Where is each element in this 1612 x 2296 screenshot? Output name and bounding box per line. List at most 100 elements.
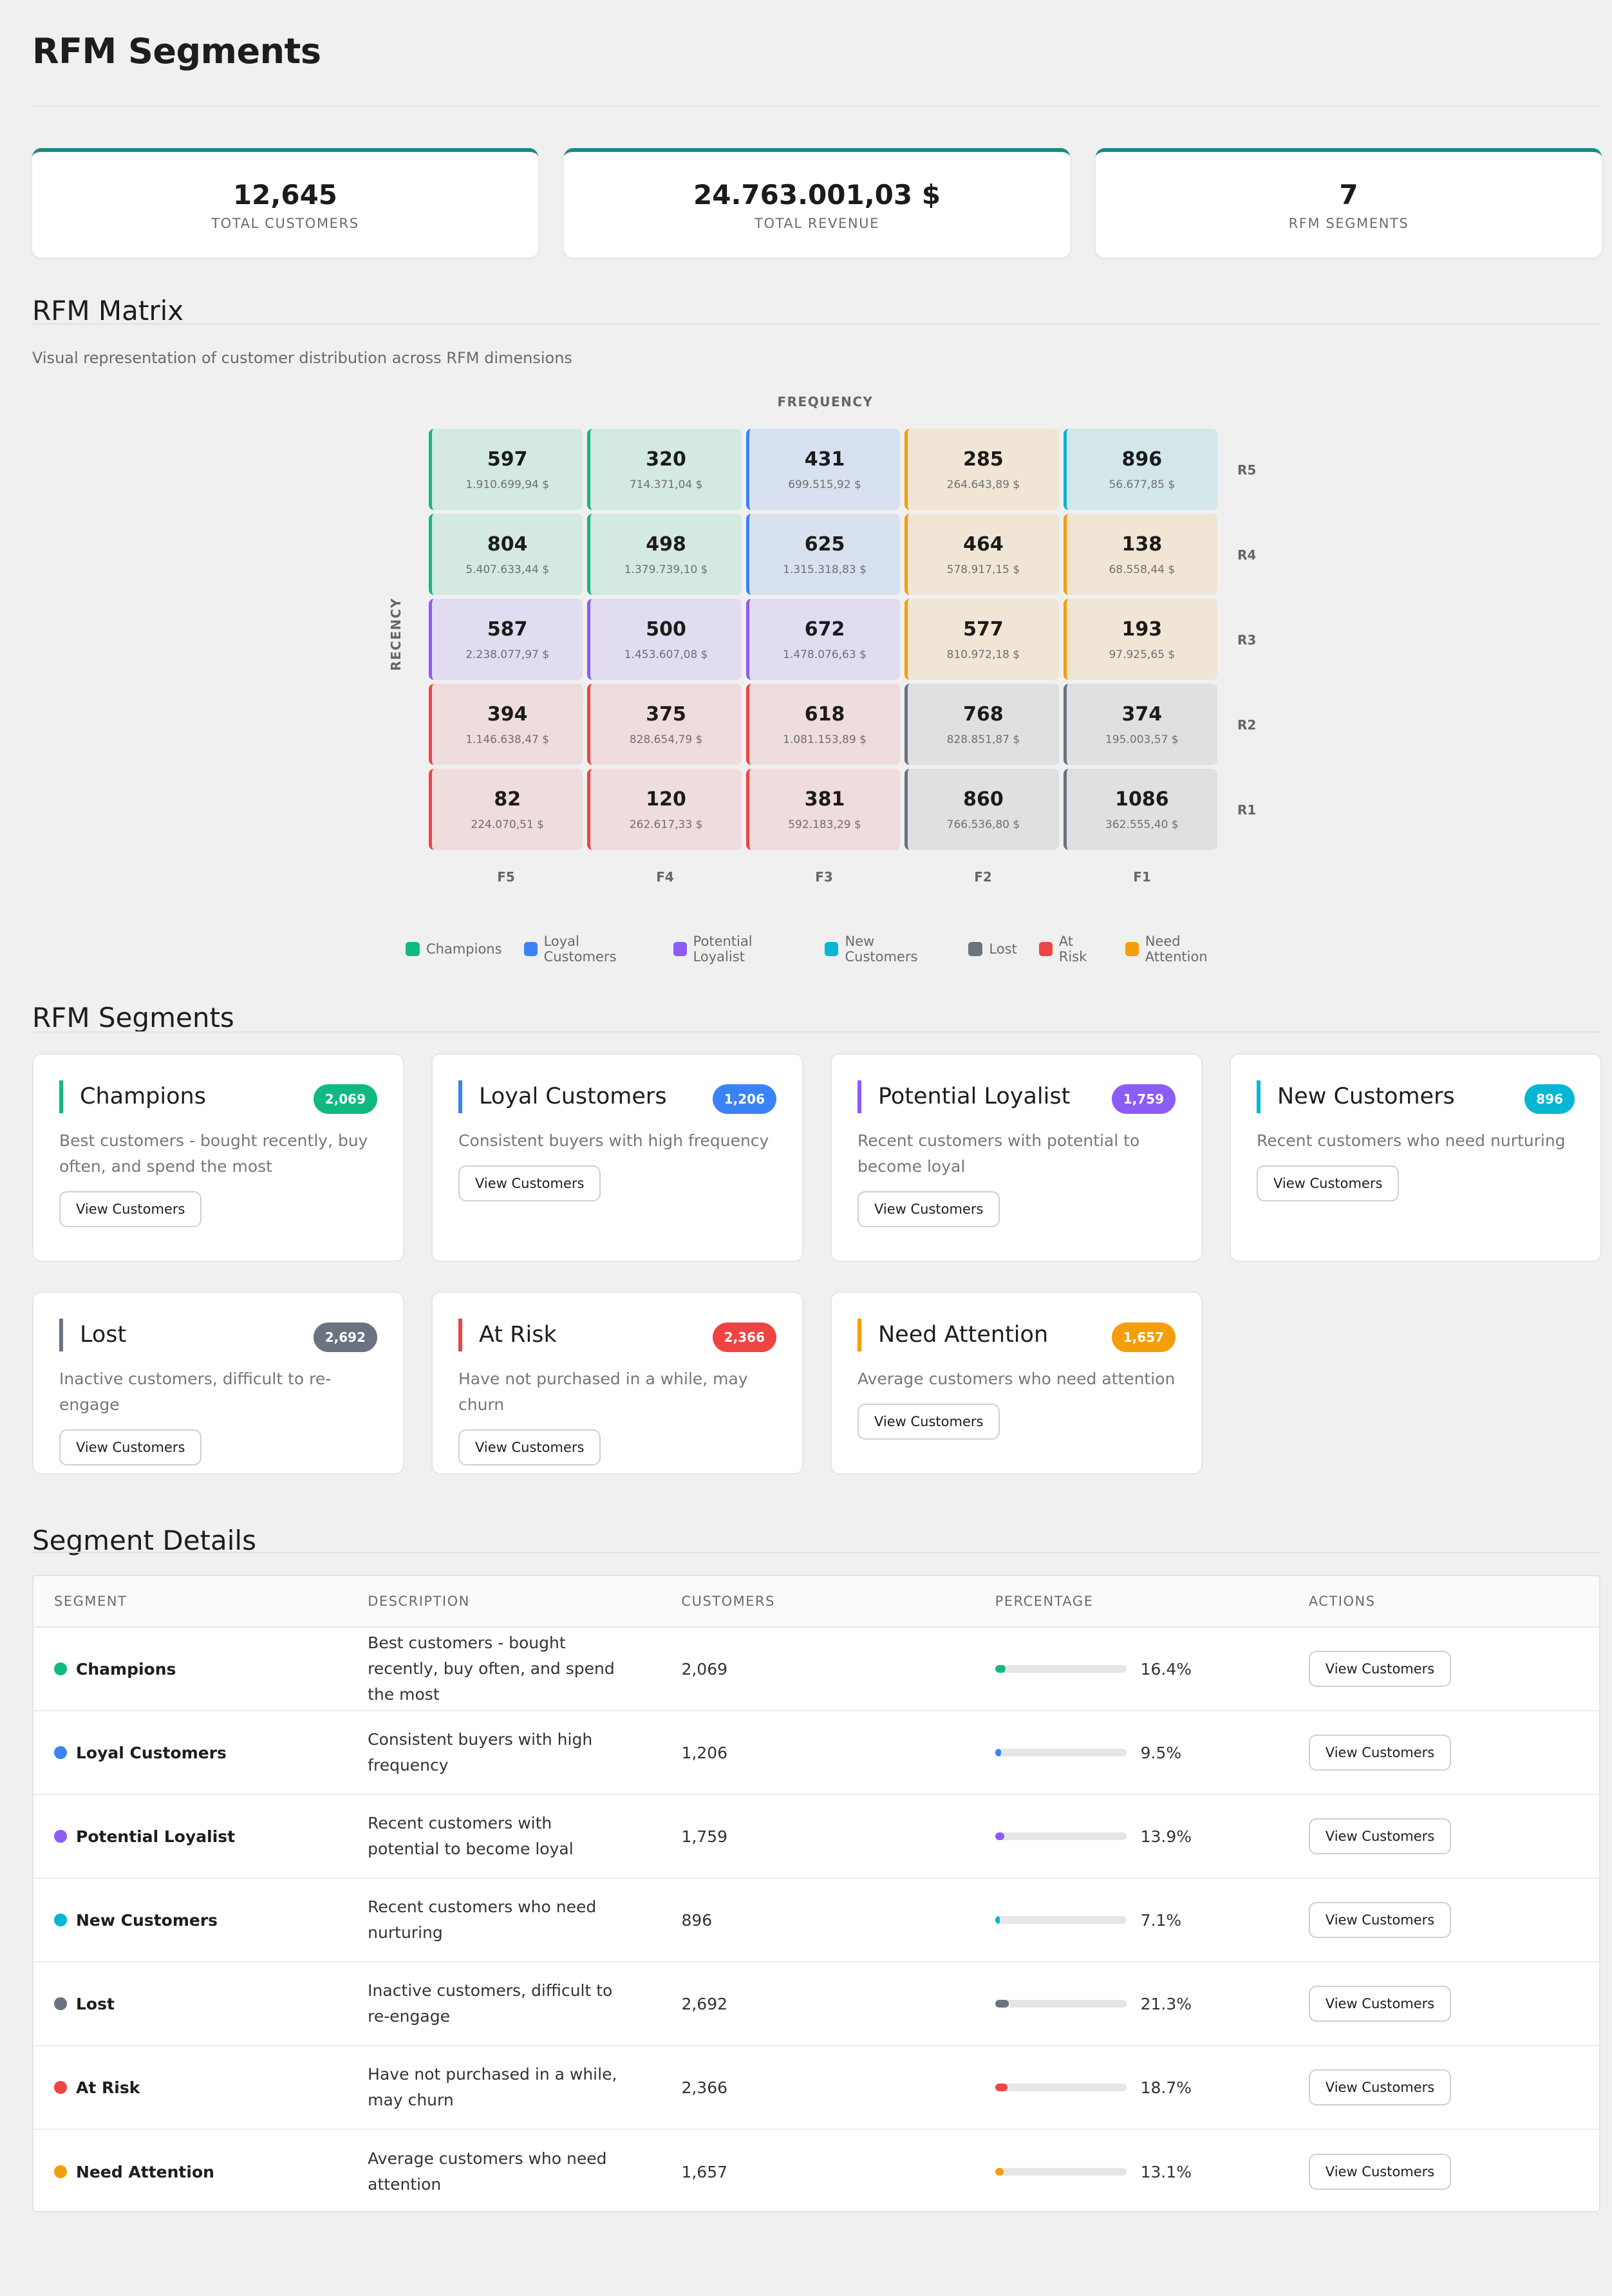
col-label-f2: F2: [974, 869, 992, 885]
matrix-cell[interactable]: 431 699.515,92 $: [745, 429, 901, 510]
segment-name: At Risk: [54, 2078, 347, 2097]
view-customers-button[interactable]: View Customers: [858, 1404, 1000, 1440]
cell-count: 394: [487, 702, 528, 726]
page-title: RFM Segments: [32, 31, 321, 71]
percentage-indicator: 13.1%: [995, 2163, 1288, 2181]
cell-revenue: 362.555,40 $: [1105, 818, 1179, 831]
matrix-cell[interactable]: 896 56.677,85 $: [1063, 429, 1218, 510]
view-customers-button[interactable]: View Customers: [59, 1191, 202, 1227]
cell-revenue: 766.536,80 $: [946, 818, 1020, 831]
cell-description: Consistent buyers with high frequency: [368, 1730, 593, 1774]
cell-revenue: 56.677,85 $: [1109, 478, 1176, 491]
view-customers-button[interactable]: View Customers: [1308, 1818, 1452, 1854]
stat-value: 24.763.001,03 $: [693, 178, 941, 211]
view-customers-button[interactable]: View Customers: [858, 1191, 1000, 1227]
view-customers-button[interactable]: View Customers: [458, 1165, 601, 1201]
view-customers-button[interactable]: View Customers: [458, 1429, 601, 1465]
cell-customers: 1,759: [681, 1827, 728, 1846]
legend-label: Potential Loyalist: [693, 934, 753, 965]
matrix-cell[interactable]: 768 828.851,87 $: [904, 684, 1059, 765]
matrix-cell[interactable]: 860 766.536,80 $: [904, 769, 1059, 850]
matrix-row: 804 5.407.633,44 $ 498 1.379.739,10 $ 625 1.3…: [429, 514, 1222, 595]
matrix-cell[interactable]: 625 1.315.318,83 $: [745, 514, 901, 595]
view-customers-button[interactable]: View Customers: [1308, 2154, 1452, 2190]
cell-customers: 896: [681, 1910, 713, 1930]
percentage-value: 16.4%: [1140, 1659, 1192, 1679]
matrix-cell[interactable]: 618 1.081.153,89 $: [745, 684, 901, 765]
segment-name-text: Loyal Customers: [76, 1743, 227, 1762]
segment-color-dot: [54, 1914, 67, 1926]
cell-actions: View Customers: [1288, 1735, 1599, 1771]
percentage-bar-fill: [995, 1749, 1002, 1756]
stat-card-rfm-segments: 7 RFM SEGMENTS: [1096, 148, 1602, 258]
view-customers-button[interactable]: View Customers: [1308, 1735, 1452, 1771]
matrix-cell[interactable]: 285 264.643,89 $: [904, 429, 1059, 510]
col-label-f3: F3: [815, 869, 833, 885]
matrix-cell[interactable]: 1086 362.555,40 $: [1063, 769, 1218, 850]
matrix-row: 82 224.070,51 $ 120 262.617,33 $ 381 592.183,…: [429, 769, 1222, 850]
header-description: DESCRIPTION: [368, 1594, 470, 1609]
stat-label: TOTAL REVENUE: [754, 215, 879, 231]
rfm-matrix: 597 1.910.699,94 $ 320 714.371,04 $ 431 699.5…: [429, 429, 1222, 854]
view-customers-button[interactable]: View Customers: [1308, 1651, 1452, 1687]
matrix-cell[interactable]: 804 5.407.633,44 $: [429, 514, 583, 595]
cell-customers: 2,366: [681, 2078, 728, 2097]
matrix-cell[interactable]: 464 578.917,15 $: [904, 514, 1059, 595]
view-customers-button[interactable]: View Customers: [1257, 1165, 1400, 1201]
matrix-cell[interactable]: 500 1.453.607,08 $: [587, 599, 742, 680]
cell-actions: View Customers: [1288, 1902, 1599, 1938]
segment-color-dot: [54, 1997, 67, 2010]
legend-swatch: [406, 942, 420, 956]
matrix-cell[interactable]: 82 224.070,51 $: [429, 769, 583, 850]
cell-count: 193: [1121, 617, 1163, 641]
cell-count: 500: [646, 617, 686, 641]
legend-item-new: New Customers: [825, 934, 946, 965]
cell-count: 672: [804, 617, 845, 641]
cell-segment: Loyal Customers: [33, 1744, 347, 1762]
cell-percentage: 18.7%: [975, 2078, 1288, 2097]
segment-card-header: Lost 2,692: [59, 1319, 377, 1352]
matrix-cell[interactable]: 375 828.654,79 $: [587, 684, 742, 765]
matrix-cell[interactable]: 138 68.558,44 $: [1063, 514, 1218, 595]
view-customers-button[interactable]: View Customers: [1308, 1986, 1452, 2022]
percentage-value: 18.7%: [1140, 2078, 1192, 2097]
cell-count: 804: [487, 532, 528, 556]
view-customers-button[interactable]: View Customers: [1308, 2069, 1452, 2105]
view-customers-button[interactable]: View Customers: [1308, 1902, 1452, 1938]
segment-name-text: New Customers: [76, 1910, 218, 1930]
matrix-cell[interactable]: 381 592.183,29 $: [745, 769, 901, 850]
cell-count: 1086: [1115, 787, 1169, 811]
segment-card-header: Potential Loyalist 1,759: [858, 1080, 1176, 1114]
segment-count-badge: 1,759: [1111, 1084, 1176, 1114]
col-label-f1: F1: [1133, 869, 1151, 885]
view-customers-button[interactable]: View Customers: [59, 1429, 202, 1465]
cell-count: 375: [646, 702, 686, 726]
segment-card-new: New Customers 896 Recent customers who nee…: [1230, 1053, 1602, 1262]
segment-color-dot: [54, 2081, 67, 2094]
percentage-indicator: 9.5%: [995, 1744, 1288, 1762]
matrix-cell[interactable]: 672 1.478.076,63 $: [745, 599, 901, 680]
matrix-cell[interactable]: 597 1.910.699,94 $: [429, 429, 583, 510]
cell-revenue: 264.643,89 $: [946, 478, 1020, 491]
matrix-cell[interactable]: 120 262.617,33 $: [587, 769, 742, 850]
stat-label: TOTAL CUSTOMERS: [211, 215, 359, 231]
percentage-indicator: 13.9%: [995, 1827, 1288, 1846]
legend-item-risk: At Risk: [1038, 934, 1103, 965]
cell-segment: Need Attention: [33, 2163, 347, 2181]
matrix-row: 597 1.910.699,94 $ 320 714.371,04 $ 431 699.5…: [429, 429, 1222, 510]
cell-revenue: 810.972,18 $: [946, 648, 1020, 661]
legend-swatch: [968, 942, 983, 956]
matrix-cell[interactable]: 394 1.146.638,47 $: [429, 684, 583, 765]
matrix-cell[interactable]: 498 1.379.739,10 $: [587, 514, 742, 595]
matrix-cell[interactable]: 587 2.238.077,97 $: [429, 599, 583, 680]
matrix-cell[interactable]: 320 714.371,04 $: [587, 429, 742, 510]
percentage-indicator: 21.3%: [995, 1995, 1288, 2013]
matrix-cell[interactable]: 193 97.925,65 $: [1063, 599, 1218, 680]
matrix-cell[interactable]: 577 810.972,18 $: [904, 599, 1059, 680]
legend-swatch: [1038, 942, 1053, 956]
cell-actions: View Customers: [1288, 2069, 1599, 2105]
cell-segment: New Customers: [33, 1911, 347, 1930]
cell-revenue: 1.081.153,89 $: [783, 733, 867, 746]
matrix-cell[interactable]: 374 195.003,57 $: [1063, 684, 1218, 765]
segment-title: Champions: [59, 1080, 206, 1113]
